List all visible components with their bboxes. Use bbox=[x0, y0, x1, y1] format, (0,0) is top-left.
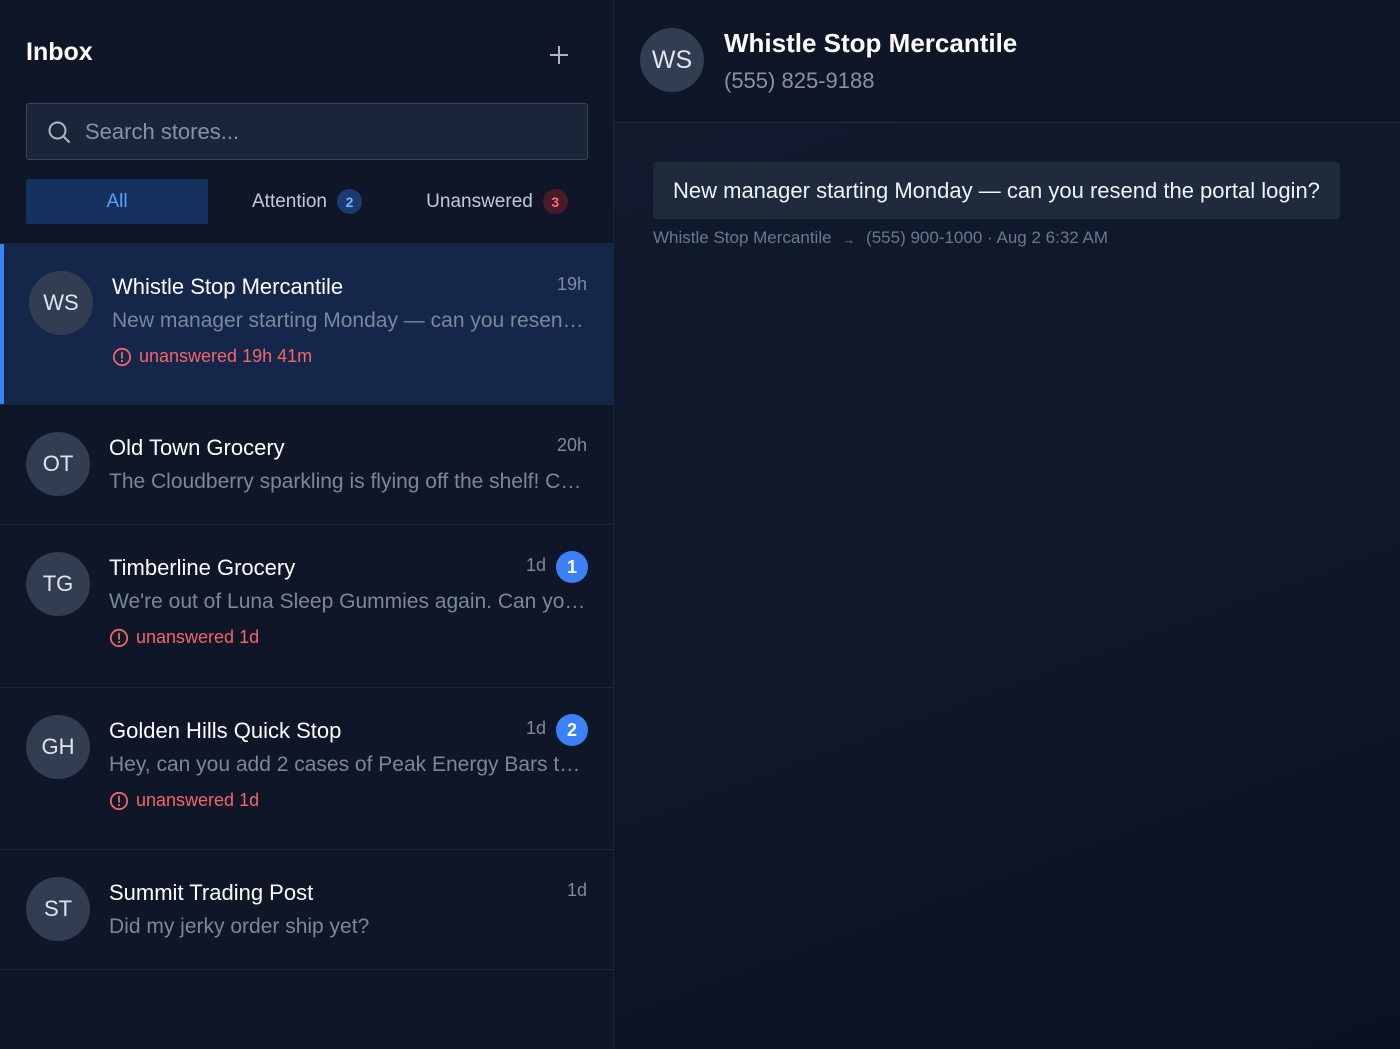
warning-text: unanswered 1d bbox=[136, 627, 260, 647]
search-input[interactable] bbox=[71, 104, 587, 159]
message-sender: Whistle Stop Mercantile bbox=[653, 228, 832, 247]
avatar: WS bbox=[29, 271, 93, 335]
filter-tabs: All Attention 2 Unanswered 3 bbox=[26, 179, 588, 224]
conversation-name: Timberline Grocery bbox=[109, 555, 296, 580]
conversation-time: 1d bbox=[566, 880, 587, 900]
avatar: ST bbox=[26, 877, 90, 941]
conversation-preview: The Cloudberry sparkling is flying off t… bbox=[109, 470, 588, 493]
arrow-right-icon: → bbox=[842, 232, 856, 247]
meta-separator: · bbox=[987, 228, 993, 247]
avatar: GH bbox=[26, 715, 90, 779]
inbox-sidebar: Inbox All Attention 2 Unanswered 3 WS Whistle… bbox=[0, 0, 614, 1049]
unanswered-warning: unanswered 1d bbox=[109, 790, 259, 811]
avatar: WS bbox=[640, 28, 704, 92]
conversation-time: 19h bbox=[556, 274, 587, 294]
conversation-preview: New manager starting Monday — can you re… bbox=[112, 309, 588, 332]
conversation-title: Whistle Stop Mercantile bbox=[724, 28, 1018, 58]
conversation-item[interactable]: TG Timberline Grocery 1d 1 We're out of Luna… bbox=[0, 525, 613, 688]
search-icon bbox=[47, 120, 71, 144]
conversation-preview: We're out of Luna Sleep Gummies again. C… bbox=[109, 590, 588, 613]
conversation-item[interactable]: ST Summit Trading Post 1d Did my jerky orde… bbox=[0, 850, 613, 970]
inbox-title: Inbox bbox=[26, 38, 93, 66]
conversation-item[interactable]: OT Old Town Grocery 20h The Cloudberry spar… bbox=[0, 405, 613, 525]
app-window: Inbox All Attention 2 Unanswered 3 WS Whistle… bbox=[0, 0, 1400, 1049]
tab-count-badge: 3 bbox=[542, 189, 568, 214]
avatar: OT bbox=[26, 432, 90, 496]
unread-badge: 1 bbox=[556, 551, 588, 583]
tab-all[interactable]: All bbox=[26, 179, 208, 224]
tab-label: Attention bbox=[252, 190, 327, 212]
conversation-time: 20h bbox=[556, 435, 587, 455]
tab-unanswered[interactable]: Unanswered 3 bbox=[406, 179, 588, 224]
conversation-time: 1d bbox=[525, 718, 546, 738]
tab-label: Unanswered bbox=[426, 190, 533, 212]
message-meta: Whistle Stop Mercantile → (555) 900-1000… bbox=[653, 228, 1108, 248]
conversation-preview: Did my jerky order ship yet? bbox=[109, 915, 370, 938]
conversation-name: Summit Trading Post bbox=[109, 880, 314, 905]
conversation-name: Whistle Stop Mercantile bbox=[112, 274, 344, 299]
alert-circle-icon bbox=[109, 791, 129, 811]
conversation-header: WS Whistle Stop Mercantile (555) 825-918… bbox=[614, 0, 1400, 123]
warning-text: unanswered 1d bbox=[136, 790, 260, 810]
warning-text: unanswered 19h 41m bbox=[139, 346, 313, 366]
conversation-item[interactable]: GH Golden Hills Quick Stop 1d 2 Hey, can you… bbox=[0, 688, 613, 850]
tab-attention[interactable]: Attention 2 bbox=[216, 179, 398, 224]
unanswered-warning: unanswered 1d bbox=[109, 627, 259, 648]
alert-circle-icon bbox=[112, 347, 132, 367]
avatar: TG bbox=[26, 552, 90, 616]
conversation-name: Golden Hills Quick Stop bbox=[109, 718, 342, 743]
search-box[interactable] bbox=[26, 103, 588, 160]
unanswered-warning: unanswered 19h 41m bbox=[112, 346, 312, 367]
conversation-name: Old Town Grocery bbox=[109, 435, 285, 460]
tab-label: All bbox=[106, 190, 128, 212]
conversation-item[interactable]: WS Whistle Stop Mercantile 19h New manager … bbox=[0, 244, 613, 405]
message-bubble: New manager starting Monday — can you re… bbox=[653, 162, 1340, 219]
conversation-list: WS Whistle Stop Mercantile 19h New manager … bbox=[0, 243, 613, 970]
plus-icon bbox=[550, 46, 568, 64]
message-timestamp: Aug 2 6:32 AM bbox=[996, 228, 1109, 247]
unread-badge: 2 bbox=[556, 714, 588, 746]
conversation-preview: Hey, can you add 2 cases of Peak Energy … bbox=[109, 753, 588, 776]
conversation-time: 1d bbox=[525, 555, 546, 575]
tab-count-badge: 2 bbox=[337, 189, 362, 214]
new-conversation-button[interactable] bbox=[540, 36, 578, 74]
conversation-phone: (555) 825-9188 bbox=[724, 68, 875, 93]
sidebar-header: Inbox bbox=[0, 0, 613, 104]
conversation-pane: WS Whistle Stop Mercantile (555) 825-918… bbox=[614, 0, 1400, 1049]
message-recipient: (555) 900-1000 bbox=[866, 228, 983, 247]
alert-circle-icon bbox=[109, 628, 129, 648]
